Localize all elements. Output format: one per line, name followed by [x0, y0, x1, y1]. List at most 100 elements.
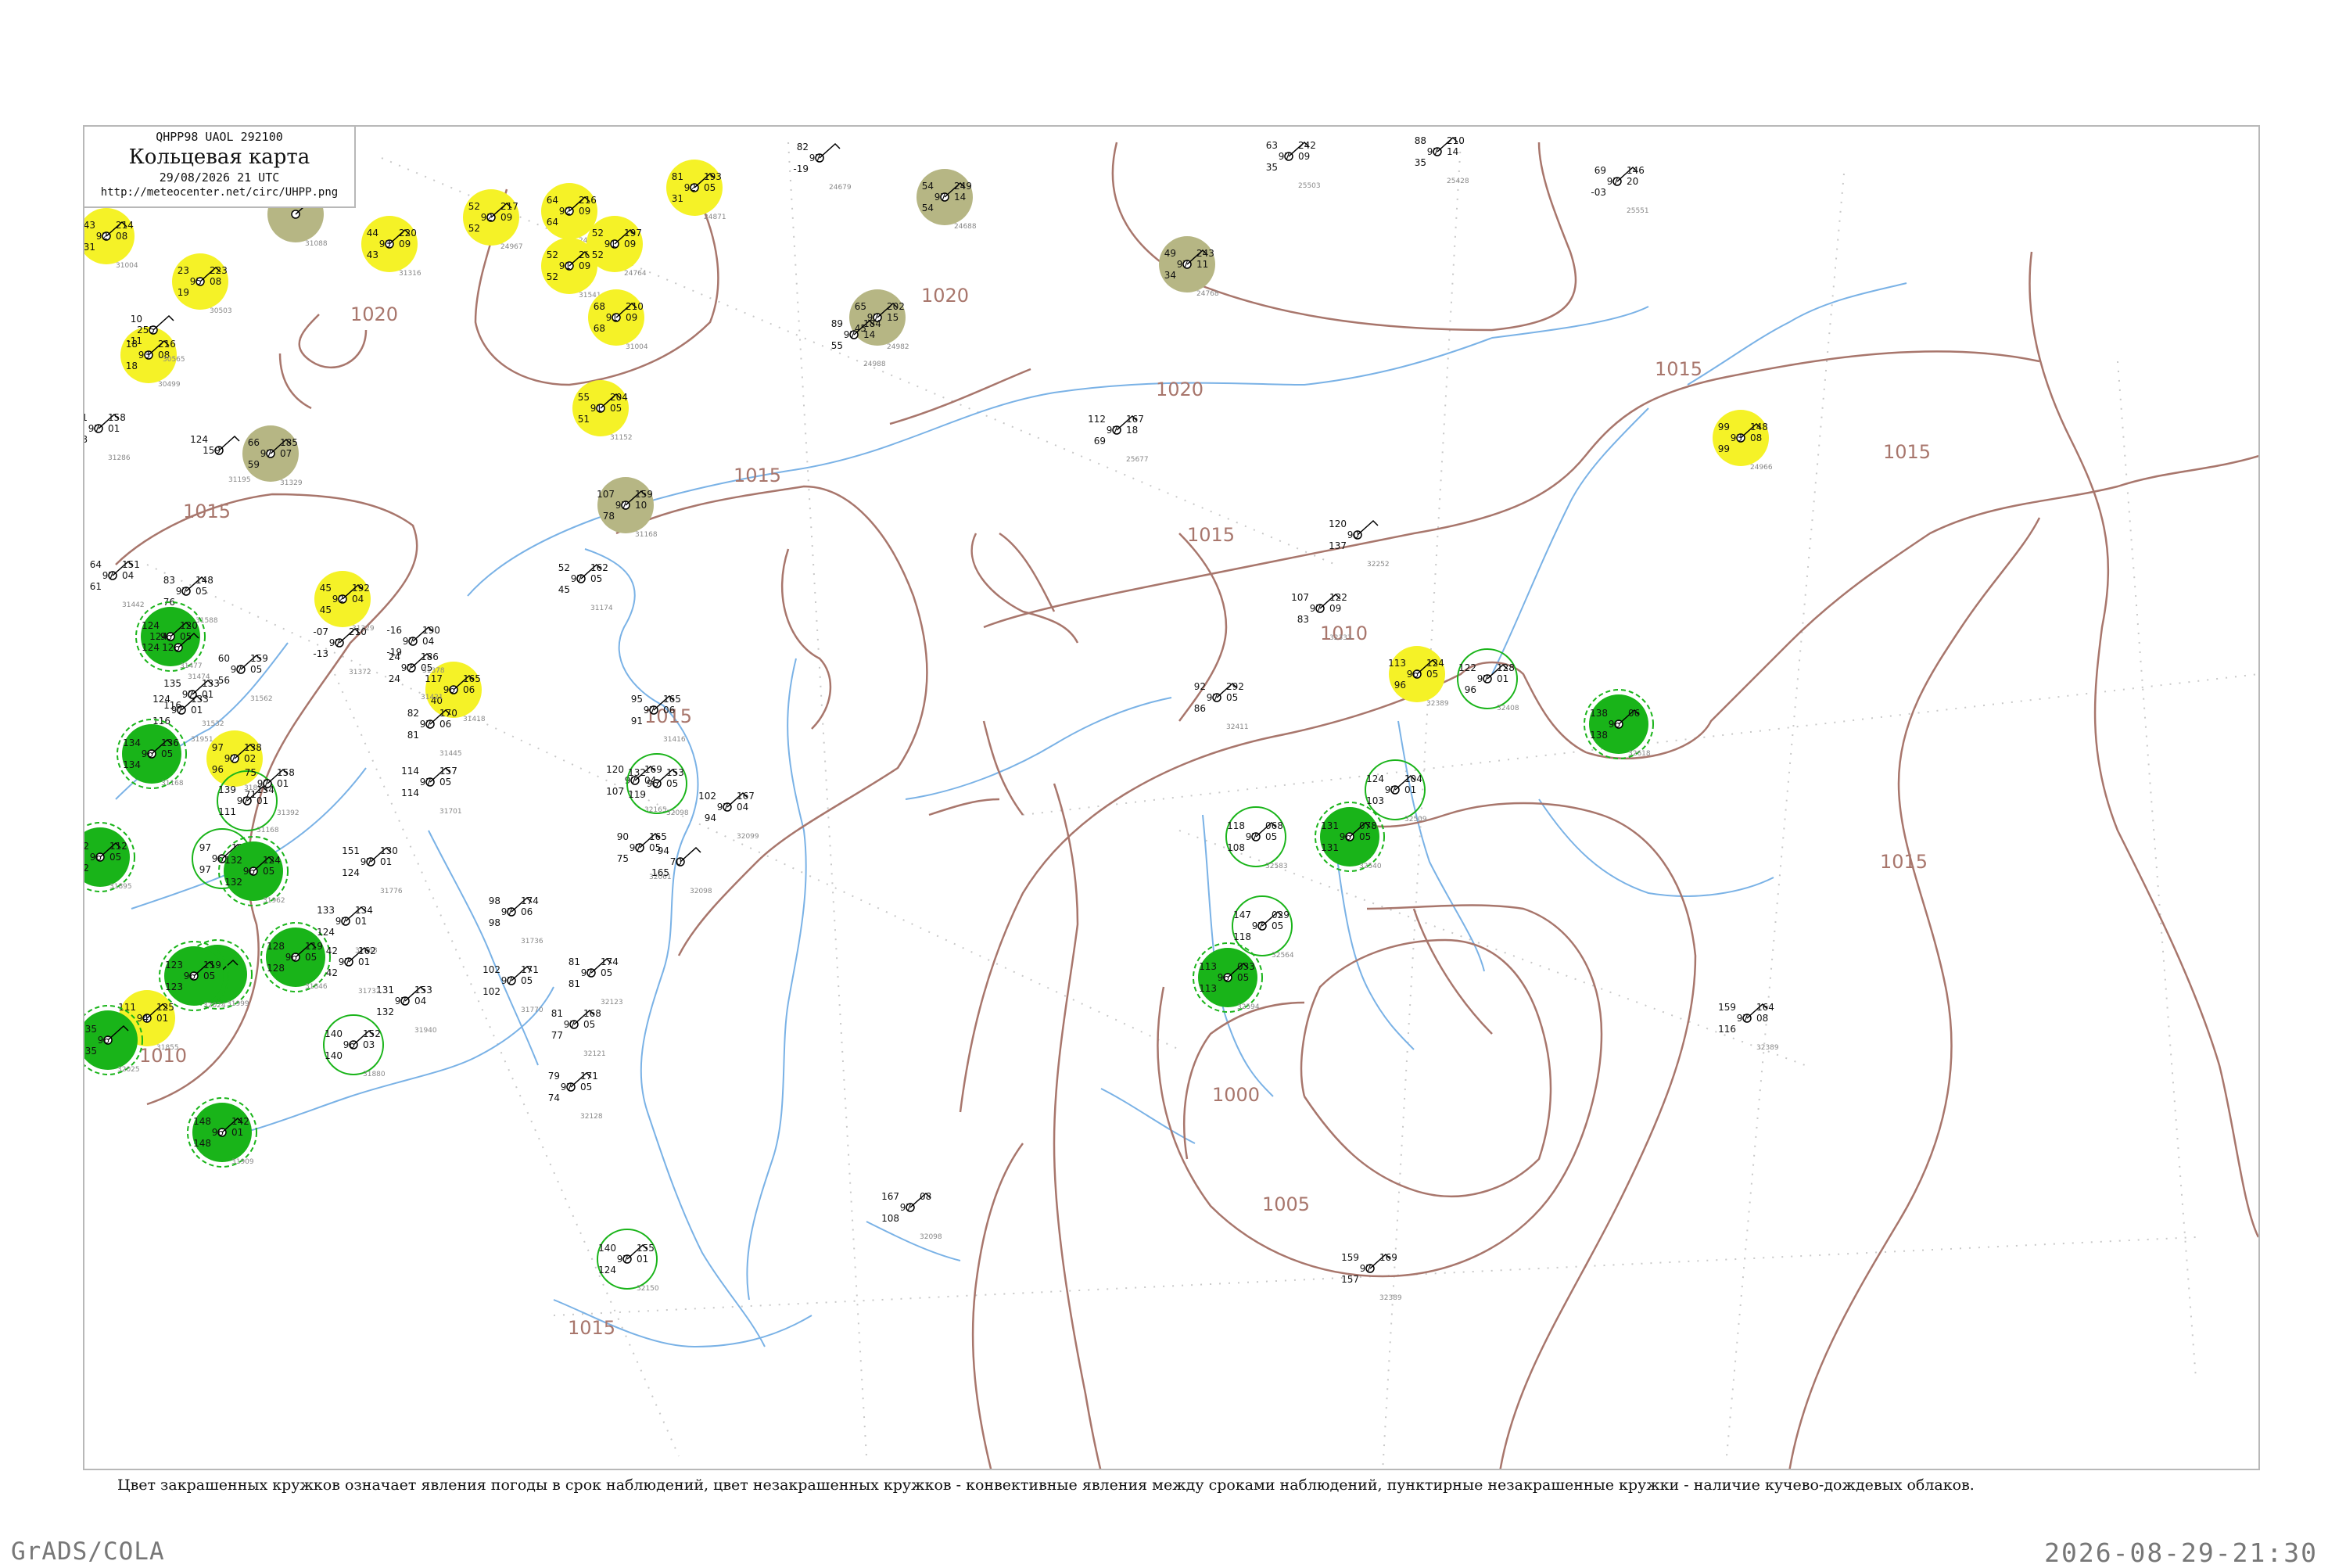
station-value: 52 [547, 271, 558, 282]
station-value: 06 [439, 719, 451, 730]
station-24679: 8297-19 24679 [793, 142, 852, 192]
station-value: 193 [704, 171, 722, 182]
station-value: 97 [339, 956, 350, 967]
station-25503: 639735 24209 25503 [1266, 140, 1321, 190]
station-index: 31195 [228, 476, 251, 484]
station-index: 32333 [1329, 634, 1352, 642]
station-value: 112 [84, 841, 89, 852]
station-value: 116 [163, 700, 181, 711]
station-index: 31174 [590, 605, 613, 612]
station-value: 93 [138, 350, 150, 361]
station-value: 09 [579, 260, 590, 271]
station-25551: 6997-03 14620 25551 [1591, 165, 1648, 215]
station-value: 148 [193, 1116, 211, 1127]
station-value: 119 [203, 960, 221, 971]
station-index: 32098 [666, 809, 689, 817]
isobars [115, 142, 2258, 1469]
station-value: 71 [84, 412, 88, 423]
station-value: 124 [598, 1265, 616, 1276]
station-value: 078 [1359, 820, 1377, 831]
station-31445: 829781 17006 31445 [407, 708, 462, 758]
station-value: 96 [343, 1039, 355, 1050]
station-value: 97 [561, 1082, 572, 1093]
station-value: 119 [628, 789, 646, 800]
station-value: 96 [243, 866, 255, 877]
station-value: 204 [610, 392, 628, 403]
station-value: 033 [1237, 961, 1255, 972]
isobar-label: 1015 [568, 1317, 615, 1339]
station-value: 107 [597, 489, 615, 500]
station-value: 64 [547, 195, 558, 206]
station-value: 60 [218, 653, 230, 664]
station-index: 32540 [1359, 863, 1382, 870]
station-index: 31416 [663, 736, 686, 744]
station-value: 90 [617, 831, 629, 842]
station-value: 214 [116, 220, 134, 231]
station-value: 96 [1394, 680, 1406, 691]
station-value: 171 [521, 964, 539, 975]
station-value: 31 [672, 193, 683, 204]
station-index: 32411 [1226, 723, 1249, 731]
station-32098b: 9470165 32098 [651, 845, 712, 895]
station-31286: 719788 15801 31286 [84, 412, 131, 462]
station-value: 75 [245, 767, 256, 778]
station-value: 119 [305, 941, 323, 952]
station-value: 01 [231, 1127, 243, 1138]
station-24871: 819231 19305 24871 [666, 160, 726, 221]
coastlines [115, 282, 1907, 1348]
station-value: 192 [352, 583, 370, 594]
station-value: 01 [380, 856, 392, 867]
station-value: 91 [606, 312, 618, 323]
station-value: 49 [1164, 248, 1176, 259]
station-value: 64 [547, 217, 558, 228]
station-value: 123 [165, 960, 183, 971]
isobar-label: 1020 [1156, 379, 1203, 400]
station-value: 92 [559, 206, 571, 217]
station-value: 97 [1177, 259, 1189, 270]
station-value: 11 [1196, 259, 1208, 270]
station-value: 162 [590, 562, 608, 573]
station-value: 167 [1126, 414, 1144, 425]
station-value: 159 [635, 489, 653, 500]
station-value: 05 [1359, 831, 1371, 842]
station-value: 242 [1298, 140, 1316, 151]
station-value: 97 [361, 856, 372, 867]
station-value: 210 [349, 626, 367, 637]
station-value: 01 [191, 705, 203, 716]
station-value: 01 [156, 1013, 168, 1024]
station-value: 55 [831, 340, 843, 351]
station-value: 52 [558, 562, 570, 573]
station-value: 68 [594, 301, 605, 312]
station-index: 32121 [583, 1050, 606, 1058]
station-value: 158 [108, 412, 126, 423]
station-index: 32123 [601, 999, 623, 1006]
station-value: 97 [1310, 603, 1322, 614]
station-value: 97 [403, 636, 414, 647]
station-value: 97 [182, 689, 194, 700]
station-value: 102 [482, 986, 500, 997]
station-index: 25551 [1627, 207, 1649, 215]
station-value: 43 [84, 220, 95, 231]
station-value: 05 [109, 852, 121, 863]
station-value: 81 [569, 956, 580, 967]
station-value: 157 [439, 766, 457, 777]
station-value: 96 [184, 971, 196, 981]
station-index: 31442 [122, 601, 145, 609]
station-value: 34 [1164, 270, 1176, 281]
map-frame: 1020 1020 1020 1015 1015 1015 1015 1015 … [83, 125, 2260, 1470]
station-value: 107 [606, 786, 624, 797]
station-value: 18 [126, 361, 138, 371]
station-value: 124 [190, 434, 208, 445]
station-value: 06 [663, 705, 675, 716]
station-value: 20 [1627, 176, 1638, 187]
wind-barb-icon [819, 142, 841, 159]
map-title: Кольцевая карта [128, 145, 310, 169]
station-31004b: 689168 21009 31004 [588, 289, 648, 351]
station-value: 96 [98, 1035, 109, 1046]
station-value: 54 [922, 203, 934, 213]
station-index: 31477 [180, 662, 203, 670]
station-value: 124 [342, 867, 360, 878]
station-value: 59 [248, 459, 260, 470]
station-value: 01 [108, 423, 120, 434]
station-value: 09 [626, 312, 637, 323]
